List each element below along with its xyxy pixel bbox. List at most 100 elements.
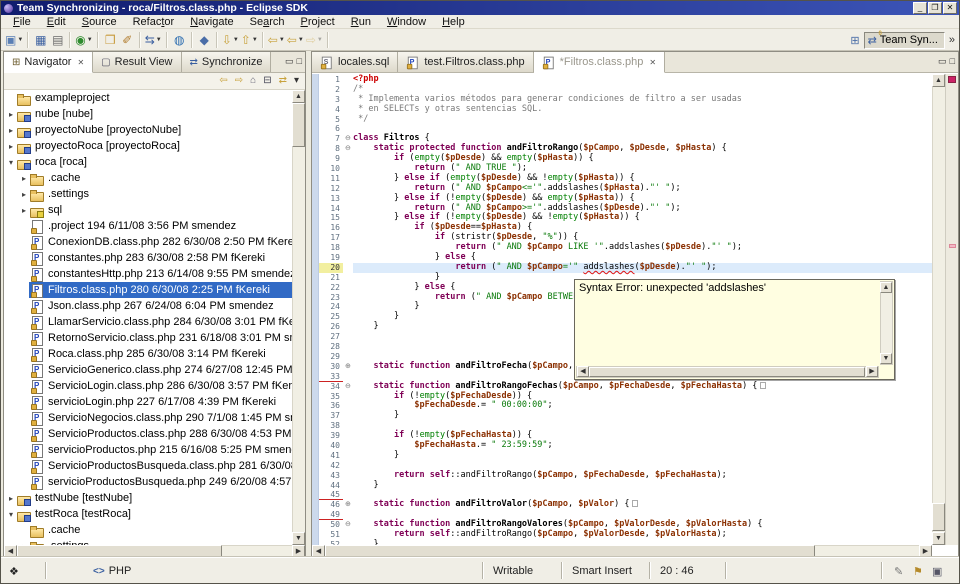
code-line[interactable]: 1<?php xyxy=(312,75,932,85)
tree-item[interactable]: ▸.settings xyxy=(4,538,292,545)
tree-item[interactable]: PServicioNegocios.class.php 290 7/1/08 1… xyxy=(4,410,292,426)
perspective-team-sync-button[interactable]: ⇄0 Team Syn... xyxy=(864,32,945,49)
synchronize-button[interactable]: ⇆▼ xyxy=(144,31,163,49)
maximize-window-button[interactable]: ❐ xyxy=(928,2,942,14)
collapse-region-icon[interactable]: ⊖ xyxy=(345,382,353,392)
navigator-vertical-scrollbar[interactable]: ▲ ▼ xyxy=(292,90,305,545)
tree-item[interactable]: ▸testNube [testNube] xyxy=(4,490,292,506)
chevron-right-icon[interactable]: ▸ xyxy=(19,174,29,183)
code-line[interactable]: 41 } xyxy=(312,451,932,461)
new-wizard-button[interactable]: ▣▼ xyxy=(4,31,24,49)
scroll-left-icon[interactable]: ◀ xyxy=(577,366,589,377)
maximize-view-icon[interactable]: □ xyxy=(297,56,302,67)
code-line[interactable]: 40 $pFechaHasta.= " 23:59:59"; xyxy=(312,441,932,451)
chevron-right-icon[interactable]: ▸ xyxy=(6,126,16,135)
tree-item[interactable]: Pconstantes.php 283 6/30/08 2:58 PM fKer… xyxy=(4,250,292,266)
code-line[interactable]: 43 return self::andFiltroRango($pCampo, … xyxy=(312,471,932,481)
minimize-window-button[interactable]: _ xyxy=(913,2,927,14)
chevron-down-icon[interactable]: ▾ xyxy=(6,510,16,519)
fast-view-bar-icon[interactable]: ❖ xyxy=(9,563,19,579)
close-window-button[interactable]: ✕ xyxy=(943,2,957,14)
plugin-registry-button[interactable]: ◆ xyxy=(196,31,213,49)
menu-item-project[interactable]: Project xyxy=(293,16,343,28)
tree-item[interactable]: ▸nube [nube] xyxy=(4,106,292,122)
previous-change-button[interactable]: ⇧▼ xyxy=(240,31,259,49)
chevron-down-icon[interactable]: ▾ xyxy=(6,158,16,167)
menu-item-refactor[interactable]: Refactor xyxy=(125,16,183,28)
up-button[interactable]: ⌂ xyxy=(250,76,256,86)
close-tab-icon[interactable]: ✕ xyxy=(649,58,656,67)
tree-item[interactable]: PRoca.class.php 285 6/30/08 3:14 PM fKer… xyxy=(4,346,292,362)
overview-ruler[interactable] xyxy=(945,74,958,545)
dropdown-caret-icon[interactable]: ▼ xyxy=(317,37,323,43)
chevron-right-icon[interactable]: ▸ xyxy=(6,142,16,151)
tree-item[interactable]: PservicioProductosBusqueda.php 249 6/20/… xyxy=(4,474,292,490)
menu-item-source[interactable]: Source xyxy=(74,16,125,28)
collapse-all-button[interactable]: ⊟ xyxy=(263,76,271,86)
view-tab-result-view[interactable]: ▢Result View xyxy=(93,52,181,72)
editor-tab-locales.sql[interactable]: Slocales.sql xyxy=(312,52,398,72)
dropdown-caret-icon[interactable]: ▼ xyxy=(17,37,23,43)
scroll-down-icon[interactable]: ▼ xyxy=(932,532,945,545)
status-pencil-icon[interactable]: ✎ xyxy=(894,563,903,579)
save-button[interactable]: ▦ xyxy=(32,31,49,49)
tree-item[interactable]: PconstantesHttp.php 213 6/14/08 9:55 PM … xyxy=(4,266,292,282)
chevron-right-icon[interactable]: ▸ xyxy=(6,494,16,503)
editor-tab-test.filtros.class.php[interactable]: Ptest.Filtros.class.php xyxy=(398,52,533,72)
dropdown-caret-icon[interactable]: ▼ xyxy=(87,37,93,43)
collapse-region-icon[interactable]: ⊖ xyxy=(345,520,353,530)
web-browser-button[interactable]: ◍ xyxy=(171,31,188,49)
menu-item-search[interactable]: Search xyxy=(242,16,293,28)
chevron-right-icon[interactable]: ▸ xyxy=(19,190,29,199)
code-line[interactable]: 44 } xyxy=(312,481,932,491)
forward-button[interactable]: ⇨▼ xyxy=(305,31,324,49)
chevron-right-icon[interactable]: ▸ xyxy=(6,110,16,119)
next-change-button[interactable]: ⇩▼ xyxy=(221,31,240,49)
menu-item-edit[interactable]: Edit xyxy=(39,16,74,28)
dropdown-caret-icon[interactable]: ▼ xyxy=(279,37,285,43)
scroll-down-icon[interactable]: ▼ xyxy=(292,532,305,545)
editor-tab-filtros.class.php[interactable]: P*Filtros.class.php✕ xyxy=(534,52,665,73)
chevron-right-icon[interactable]: ▸ xyxy=(19,206,29,215)
tree-item[interactable]: .cache xyxy=(4,522,292,538)
print-button[interactable]: ▤ xyxy=(49,31,66,49)
tree-item[interactable]: PServicioLogin.class.php 286 6/30/08 3:5… xyxy=(4,378,292,394)
minimize-editor-icon[interactable]: ▭ xyxy=(938,56,947,67)
forward-history-button[interactable]: ⇦▼ xyxy=(286,31,305,49)
tree-item[interactable]: PservicioProductos.php 215 6/16/08 5:25 … xyxy=(4,442,292,458)
tree-item[interactable]: PLlamarServicio.class.php 284 6/30/08 3:… xyxy=(4,314,292,330)
code-line[interactable]: 51 return self::andFiltroRango($pCampo, … xyxy=(312,530,932,540)
tree-item[interactable]: PServicioGenerico.class.php 274 6/27/08 … xyxy=(4,362,292,378)
status-flag-icon[interactable]: ⚑ xyxy=(913,563,923,579)
code-line[interactable]: 4 * en SELECTs y otras sentencias SQL. xyxy=(312,105,932,115)
menu-item-run[interactable]: Run xyxy=(343,16,379,28)
tooltip-vertical-scrollbar[interactable]: ▲ ▼ xyxy=(880,281,893,365)
dropdown-caret-icon[interactable]: ▼ xyxy=(252,37,258,43)
close-tab-icon[interactable]: ✕ xyxy=(77,58,84,67)
tree-item[interactable]: PConexionDB.class.php 282 6/30/08 2:50 P… xyxy=(4,234,292,250)
collapse-region-icon[interactable]: ⊖ xyxy=(345,134,353,144)
code-line[interactable]: 37 } xyxy=(312,411,932,421)
tree-item[interactable]: PServicioProductos.class.php 288 6/30/08… xyxy=(4,426,292,442)
tree-item[interactable]: ▸proyectoRoca [proyectoRoca] xyxy=(4,138,292,154)
view-tab-navigator[interactable]: ⊞Navigator✕ xyxy=(4,52,93,73)
scrollbar-thumb[interactable] xyxy=(932,503,945,531)
maximize-editor-icon[interactable]: □ xyxy=(950,56,955,67)
perspective-overflow-chevron[interactable]: » xyxy=(949,34,955,46)
open-perspective-icon[interactable]: ⊞ xyxy=(850,34,859,47)
checkout-button[interactable]: ❒ xyxy=(102,31,119,49)
tree-item[interactable]: ▸.settings xyxy=(4,186,292,202)
menu-item-window[interactable]: Window xyxy=(379,16,434,28)
view-menu-button[interactable]: ▾ xyxy=(294,76,299,86)
tree-item[interactable]: PservicioLogin.php 227 6/17/08 4:39 PM f… xyxy=(4,394,292,410)
scroll-right-icon[interactable]: ▶ xyxy=(866,366,878,377)
code-line[interactable]: 46⊕ static function andFiltroValor($pCam… xyxy=(312,500,932,510)
scroll-up-icon[interactable]: ▲ xyxy=(880,282,892,293)
error-marker[interactable] xyxy=(948,76,956,83)
expand-region-icon[interactable]: ⊕ xyxy=(345,500,353,510)
scroll-up-icon[interactable]: ▲ xyxy=(292,90,305,103)
scrollbar-thumb[interactable] xyxy=(292,103,305,147)
status-misc-icon[interactable]: ▣ xyxy=(932,563,942,579)
tree-item[interactable]: PServicioProductosBusqueda.class.php 281… xyxy=(4,458,292,474)
scroll-up-icon[interactable]: ▲ xyxy=(932,74,945,87)
